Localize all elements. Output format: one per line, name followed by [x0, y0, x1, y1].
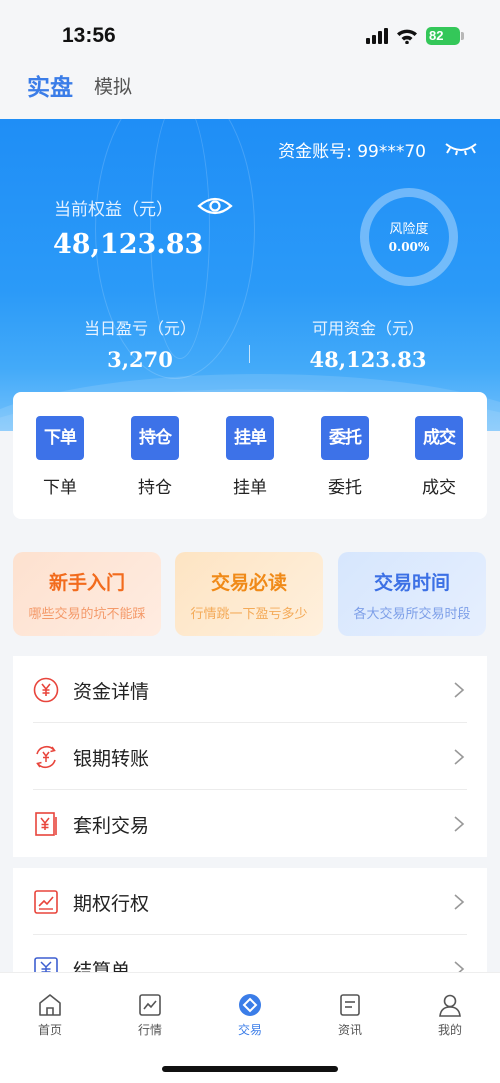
menu-group-settlement: 期权行权 结算单: [13, 868, 487, 972]
home-icon: [39, 994, 61, 1016]
menu-group-funds: 资金详情 银期转账 套利交易: [13, 656, 487, 857]
equity-label: 当前权益（元）: [54, 200, 173, 220]
promo-subtitle: 各大交易所交易时段: [353, 607, 471, 622]
promo-subtitle: 哪些交易的坑不能踩: [28, 607, 146, 622]
place-order-icon: 下单: [36, 416, 84, 460]
status-bar: 13:56 82: [0, 0, 500, 60]
eye-icon[interactable]: [197, 195, 233, 217]
status-time: 13:56: [62, 24, 116, 47]
available-funds-label: 可用资金（元）: [311, 319, 424, 338]
trade-icon: [239, 994, 261, 1016]
wifi-icon: [397, 29, 417, 44]
account-number: 资金账号: 99***70: [278, 142, 426, 162]
positions-icon: 持仓: [131, 416, 179, 460]
tab-real[interactable]: 实盘: [27, 68, 73, 102]
menu-label: 套利交易: [73, 815, 150, 837]
market-chart-icon: [139, 994, 161, 1016]
action-entrust[interactable]: 委托 委托: [310, 416, 380, 498]
menu-label: 期权行权: [73, 893, 150, 915]
nav-label: 交易: [237, 1023, 262, 1037]
available-funds-value: 48,123.83: [309, 347, 427, 372]
chevron-right-icon: [454, 894, 465, 910]
nav-market[interactable]: 行情: [120, 993, 180, 1038]
chevron-right-icon: [454, 749, 465, 765]
tab-simulation[interactable]: 模拟: [94, 72, 132, 99]
daily-pnl-value: 3,270: [107, 347, 173, 372]
menu-item-option-exercise[interactable]: 期权行权: [13, 868, 487, 935]
promo-trading-hours[interactable]: 交易时间 各大交易所交易时段: [338, 552, 486, 636]
promo-trading-must-read[interactable]: 交易必读 行情跳一下盈亏多少: [175, 552, 323, 636]
risk-value: 0.00%: [388, 240, 430, 254]
pending-orders-icon: 挂单: [226, 416, 274, 460]
stat-divider: [249, 345, 250, 363]
nav-label: 我的: [437, 1023, 462, 1037]
menu-item-fund-details[interactable]: 资金详情: [13, 656, 487, 723]
nav-label: 行情: [137, 1023, 162, 1037]
mode-tabs: 实盘 模拟: [0, 60, 500, 120]
signal-icon: [366, 28, 388, 44]
nav-home[interactable]: 首页: [20, 993, 80, 1038]
nav-label: 资讯: [337, 1023, 362, 1037]
risk-gauge: 风险度 0.00%: [360, 188, 458, 286]
battery-indicator: 82: [426, 27, 464, 45]
chevron-right-icon: [454, 682, 465, 698]
settlement-icon: [34, 957, 58, 972]
yuan-circle-icon: [33, 677, 59, 703]
transfer-icon: [36, 746, 56, 768]
deals-icon: 成交: [415, 416, 463, 460]
action-label: 下单: [43, 478, 77, 498]
menu-item-settlement[interactable]: 结算单: [13, 935, 487, 972]
nav-profile[interactable]: 我的: [420, 993, 480, 1038]
arbitrage-icon: [35, 812, 57, 836]
menu-item-bank-transfer[interactable]: 银期转账: [13, 723, 487, 790]
action-pending-orders[interactable]: 挂单 挂单: [215, 416, 285, 498]
daily-pnl-label: 当日盈亏（元）: [83, 319, 196, 338]
status-icons: 82: [366, 27, 464, 45]
action-deals[interactable]: 成交 成交: [404, 416, 474, 498]
risk-label: 风险度: [389, 222, 429, 237]
action-label: 委托: [328, 478, 362, 498]
promo-title: 交易时间: [373, 572, 450, 594]
menu-label: 资金详情: [73, 681, 150, 703]
action-positions[interactable]: 持仓 持仓: [120, 416, 190, 498]
menu-label: 银期转账: [73, 748, 150, 770]
promo-title: 交易必读: [210, 572, 287, 594]
nav-label: 首页: [37, 1023, 62, 1037]
action-label: 持仓: [138, 478, 172, 498]
action-label: 成交: [422, 478, 456, 498]
home-indicator: [162, 1066, 338, 1072]
nav-trade[interactable]: 交易: [220, 993, 280, 1038]
news-icon: [340, 994, 360, 1016]
nav-news[interactable]: 资讯: [320, 993, 380, 1038]
equity-value: 48,123.83: [53, 229, 204, 260]
user-icon: [439, 994, 461, 1017]
quick-actions-card: 下单 下单 持仓 持仓 挂单 挂单 委托 委托 成交 成交: [13, 392, 487, 519]
account-summary-panel: 资金账号: 99***70 当前权益（元） 48,123.83 风险度 0.00…: [0, 119, 500, 431]
action-place-order[interactable]: 下单 下单: [25, 416, 95, 498]
entrust-icon: 委托: [321, 416, 369, 460]
chevron-right-icon: [454, 961, 465, 972]
promo-subtitle: 行情跳一下盈亏多少: [190, 607, 308, 622]
action-label: 挂单: [233, 478, 267, 498]
daily-pnl: 当日盈亏（元） 3,270: [40, 315, 240, 372]
chevron-right-icon: [454, 816, 465, 832]
eye-closed-icon[interactable]: [444, 140, 478, 156]
chart-line-icon: [34, 890, 58, 914]
menu-label: 结算单: [73, 960, 131, 972]
promo-title: 新手入门: [48, 572, 125, 594]
available-funds: 可用资金（元） 48,123.83: [268, 315, 468, 372]
promo-beginner-guide[interactable]: 新手入门 哪些交易的坑不能踩: [13, 552, 161, 636]
menu-item-arbitrage[interactable]: 套利交易: [13, 790, 487, 857]
